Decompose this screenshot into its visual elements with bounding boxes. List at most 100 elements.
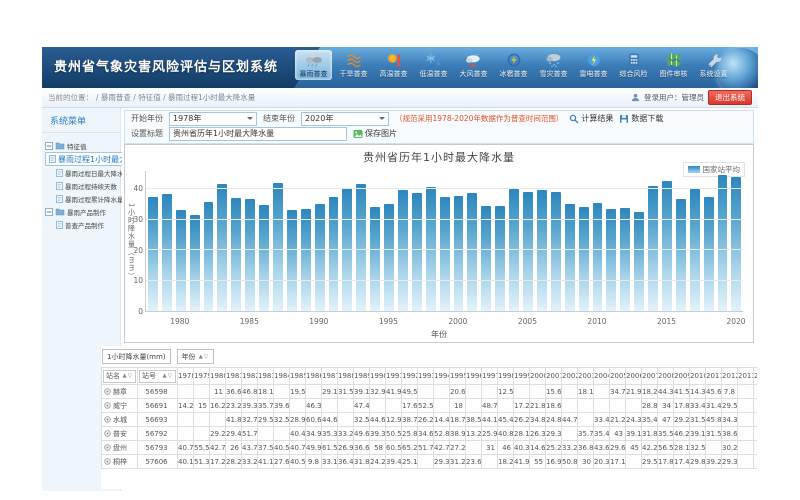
station-radio[interactable]	[104, 416, 113, 424]
logout-button[interactable]: 退出系统	[708, 90, 752, 105]
sidebar-item-label: 普查产品制作	[65, 220, 104, 230]
sidebar-branch-features[interactable]: 特征值	[45, 139, 117, 152]
value-cell: 41.9	[386, 385, 402, 399]
station-radio[interactable]	[104, 388, 113, 396]
col-header-station-id[interactable]: 站号▲▽	[138, 368, 178, 385]
value-cell	[290, 399, 306, 413]
save-image-button[interactable]: 保存图片	[353, 128, 397, 139]
value-cell: 38.9	[450, 427, 466, 441]
sidebar-item[interactable]: 暴雨过程持续天数	[45, 179, 117, 192]
value-cell: 34	[658, 399, 674, 413]
value-cell: 39.6	[274, 399, 290, 413]
nav-high-temp[interactable]: 高温普查	[375, 50, 412, 80]
nav-low-temp[interactable]: 低温普查	[415, 50, 452, 80]
sort-icons[interactable]: ▲▽	[163, 373, 173, 379]
dimension-box[interactable]: 年份 ▲▽	[177, 349, 214, 364]
nav-composite-risk[interactable]: 综合风险	[615, 50, 652, 80]
value-cell: 27.2	[450, 441, 466, 455]
value-cell: 33.2	[242, 455, 258, 469]
col-header-station-name[interactable]: 站名▲▽	[102, 368, 138, 385]
nav-snow[interactable]: 雪灾普查	[535, 50, 572, 80]
col-header-1996: 1996	[466, 368, 482, 385]
value-cell: 47.4	[354, 399, 370, 413]
nav-lightning[interactable]: 雷电普查	[575, 50, 612, 80]
value-cell: 35.7	[258, 399, 274, 413]
nav-label: 图件审核	[655, 69, 692, 79]
chart-title-input[interactable]	[169, 127, 347, 141]
nav-settings[interactable]: 系统设置	[695, 50, 732, 80]
value-cell: 33.4	[594, 413, 610, 427]
sidebar-item[interactable]: 普查产品制作	[45, 218, 117, 231]
nav-map-review[interactable]: 图件审核	[655, 50, 692, 80]
value-cell: 24.8	[546, 413, 562, 427]
station-name-cell: 威宁	[102, 399, 138, 413]
value-cell	[754, 413, 758, 427]
sidebar-branch-products[interactable]: 暴雨产品制作	[45, 205, 117, 218]
y-tick-label: 10	[133, 277, 143, 285]
station-name-cell: 水城	[102, 413, 138, 427]
nav-label: 综合风险	[615, 69, 652, 79]
value-cell	[178, 427, 194, 441]
nav-drought[interactable]: 干旱普查	[335, 50, 372, 80]
bar-1989	[301, 209, 311, 311]
station-radio[interactable]	[104, 402, 113, 410]
station-radio[interactable]	[104, 444, 113, 452]
value-cell: 26.2	[514, 413, 530, 427]
data-download-button[interactable]: 数据下载	[619, 113, 663, 124]
sidebar-item[interactable]: 暴雨过程累计降水量	[45, 192, 117, 205]
sidebar-item[interactable]: 暴雨过程日最大降水量	[45, 166, 117, 179]
sort-icons[interactable]: ▲▽	[199, 354, 209, 360]
value-cell	[482, 385, 498, 399]
col-header-1993: 1993	[418, 368, 434, 385]
station-id-cell: 56598	[138, 385, 178, 399]
sidebar-item-label: 暴雨过程持续天数	[65, 181, 117, 191]
value-cell: 21.9	[626, 385, 642, 399]
nav-label: 暴雨普查	[295, 69, 332, 79]
col-header-1999: 1999	[514, 368, 530, 385]
station-radio[interactable]	[104, 458, 113, 466]
value-cell: 40.5	[290, 455, 306, 469]
nav-hail[interactable]: 冰雹普查	[495, 50, 532, 80]
value-cell: 34.8	[530, 413, 546, 427]
col-header-1991: 1991	[386, 368, 402, 385]
value-cell: 34.7	[610, 385, 626, 399]
sidebar-title: 系统菜单	[42, 108, 120, 133]
value-cell	[466, 385, 482, 399]
value-cell: 34.9	[306, 427, 322, 441]
image-icon	[353, 129, 363, 139]
low-temp-snow-icon	[415, 52, 452, 68]
measure-box[interactable]: 1小时降水量(mm)	[102, 349, 171, 364]
table-row-威宁: 威宁5669114.21516.223.239.335.739.646.347.…	[102, 399, 758, 413]
col-header-2010: 2010	[690, 368, 706, 385]
value-cell	[178, 385, 194, 399]
end-year-select[interactable]: 2020年	[301, 112, 389, 126]
x-tick-label: 1995	[379, 317, 398, 326]
value-cell: 39.2	[706, 455, 722, 469]
calc-result-button[interactable]: 计算结果	[569, 113, 613, 124]
value-cell: 32.9	[370, 385, 386, 399]
collapse-minus-icon[interactable]	[45, 142, 53, 150]
start-year-select[interactable]: 1978年	[169, 112, 257, 126]
value-cell: 26	[226, 441, 242, 455]
nav-gale[interactable]: 大风普查	[455, 50, 492, 80]
value-cell: 50.5	[386, 427, 402, 441]
collapse-minus-icon[interactable]	[45, 208, 53, 216]
nav-label: 大风普查	[455, 69, 492, 79]
app-window: 贵州省气象灾害风险评估与区划系统 暴雨普查干旱普查高温普查低温普查大风普查冰雹普…	[42, 47, 758, 490]
table-row-桐梓: 桐梓5760640.151.317.228.233.241.127.640.59…	[102, 455, 758, 469]
app-body: 系统菜单 特征值暴雨过程1小时最大降水量暴雨过程日最大降水量暴雨过程持续天数暴雨…	[42, 108, 758, 491]
col-header-1992: 1992	[402, 368, 418, 385]
value-cell: 39.4	[386, 455, 402, 469]
breadcrumb-bar: 当前的位置： / 暴雨普查 / 特征值 / 暴雨过程1小时最大降水量 登录用户：…	[42, 88, 758, 108]
value-cell	[194, 427, 210, 441]
y-axis-ticks: 010203040	[135, 171, 144, 312]
nav-rainstorm[interactable]: 暴雨普查	[295, 50, 332, 80]
nav-label: 干旱普查	[335, 69, 372, 79]
value-cell	[434, 385, 450, 399]
sidebar-item[interactable]: 暴雨过程1小时最大降水量	[45, 152, 133, 166]
station-radio[interactable]	[104, 430, 113, 438]
bars	[146, 171, 743, 311]
value-cell	[370, 399, 386, 413]
sort-icons[interactable]: ▲▽	[123, 373, 133, 379]
value-cell	[754, 455, 758, 469]
